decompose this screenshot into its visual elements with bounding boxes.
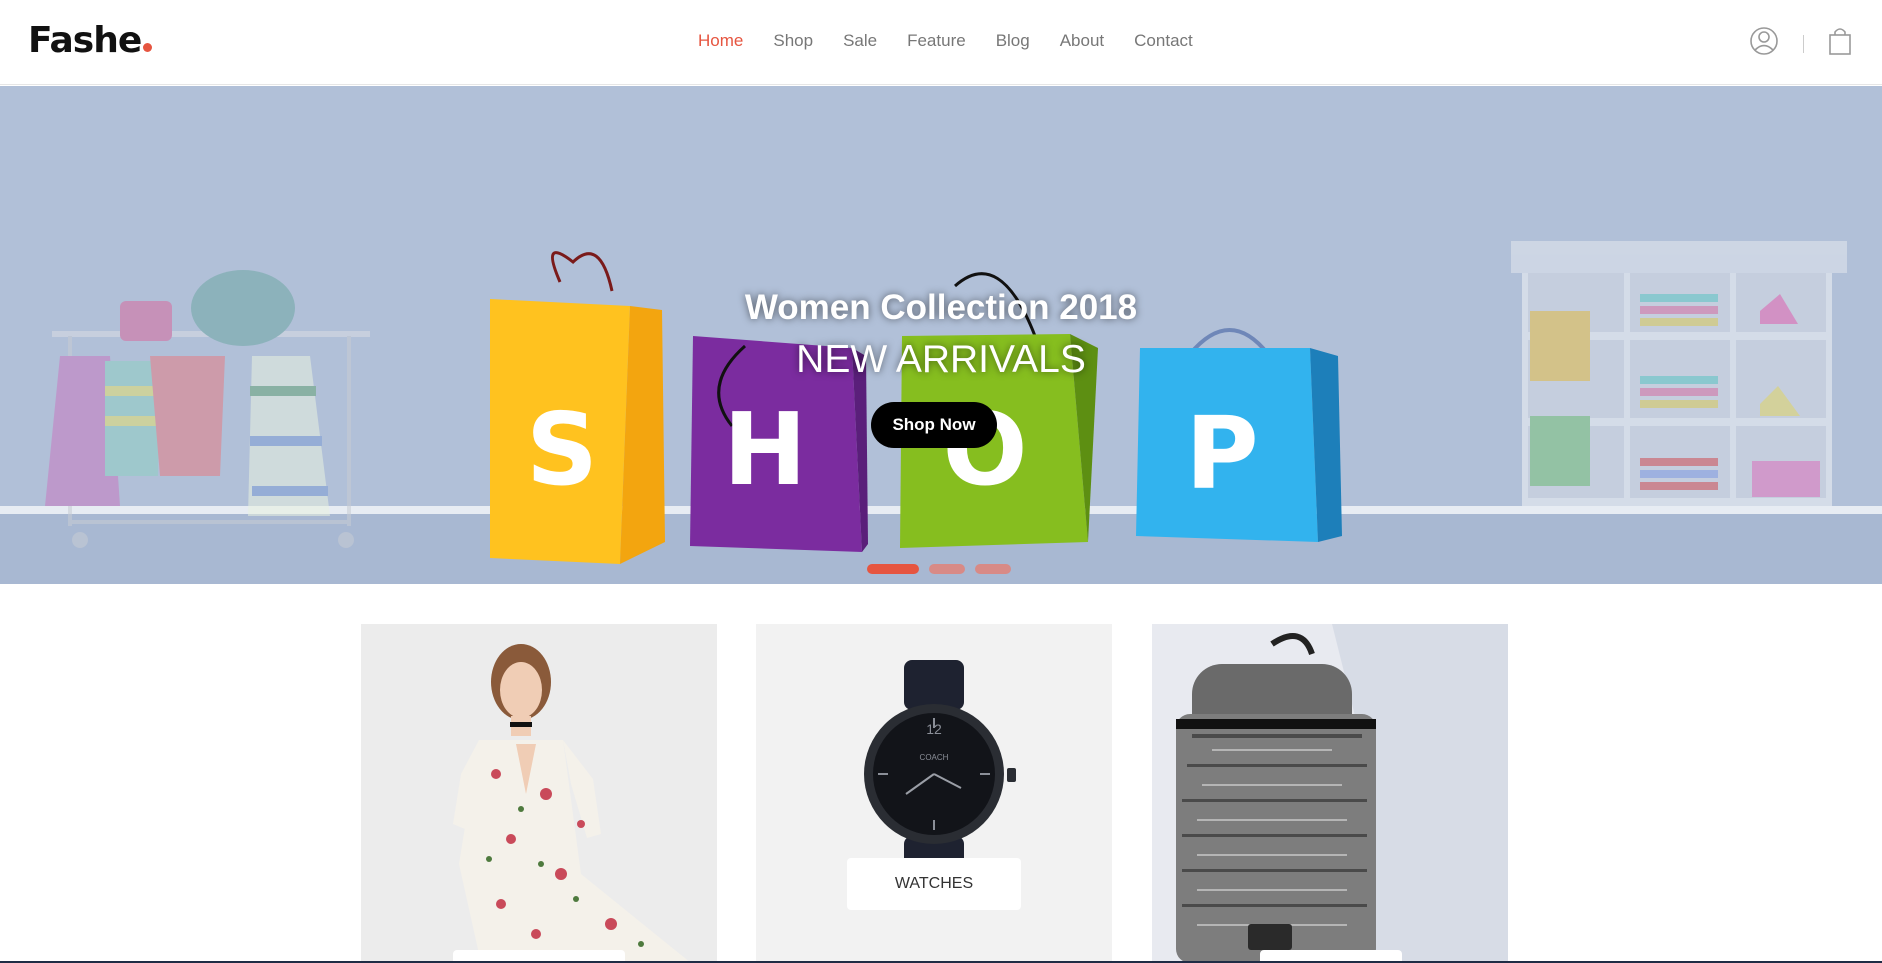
nav-feature[interactable]: Feature <box>907 31 966 51</box>
nav-sale[interactable]: Sale <box>843 31 877 51</box>
nav-shop[interactable]: Shop <box>773 31 813 51</box>
nav-contact[interactable]: Contact <box>1134 31 1193 51</box>
dress-model-image <box>361 624 717 963</box>
nav-home[interactable]: Home <box>698 31 743 51</box>
category-card-dress[interactable] <box>361 624 717 963</box>
site-header: Fashe Home Shop Sale Feature Blog About … <box>0 0 1882 85</box>
category-card-watches[interactable]: 12 COACH WATCHES <box>756 624 1112 963</box>
nav-about[interactable]: About <box>1060 31 1104 51</box>
main-nav: Home Shop Sale Feature Blog About Contac… <box>698 31 1223 51</box>
hero-slider: S H O P Women Collection 2018 NEW ARRIVA… <box>0 86 1882 584</box>
shopping-bag-icon[interactable] <box>1828 26 1852 61</box>
header-icons <box>1749 26 1852 61</box>
bag-letter-s: S <box>526 391 598 508</box>
brand-logo[interactable]: Fashe <box>28 20 153 61</box>
bag-letter-p: P <box>1185 395 1258 512</box>
hero-title: Women Collection 2018 <box>744 288 1138 327</box>
hero-illustration: S H O P <box>0 241 1882 584</box>
brand-dot <box>143 43 153 52</box>
hero-subtitle: NEW ARRIVALS <box>796 338 1086 381</box>
slider-dots <box>867 564 1011 574</box>
brand-name: Fashe <box>28 20 142 61</box>
slider-dot-2[interactable] <box>929 564 965 574</box>
svg-text:12: 12 <box>926 721 942 737</box>
slider-dot-3[interactable] <box>975 564 1011 574</box>
shop-now-button[interactable]: Shop Now <box>871 402 997 448</box>
bag-letter-h: H <box>723 391 807 508</box>
slider-dot-1[interactable] <box>867 564 919 574</box>
user-icon[interactable] <box>1749 26 1779 61</box>
nav-blog[interactable]: Blog <box>996 31 1030 51</box>
category-label-watches[interactable]: WATCHES <box>847 858 1021 910</box>
svg-text:COACH: COACH <box>920 753 949 762</box>
backpack-image <box>1152 624 1508 963</box>
category-card-backpack[interactable] <box>1152 624 1508 963</box>
header-icon-divider <box>1803 34 1804 53</box>
